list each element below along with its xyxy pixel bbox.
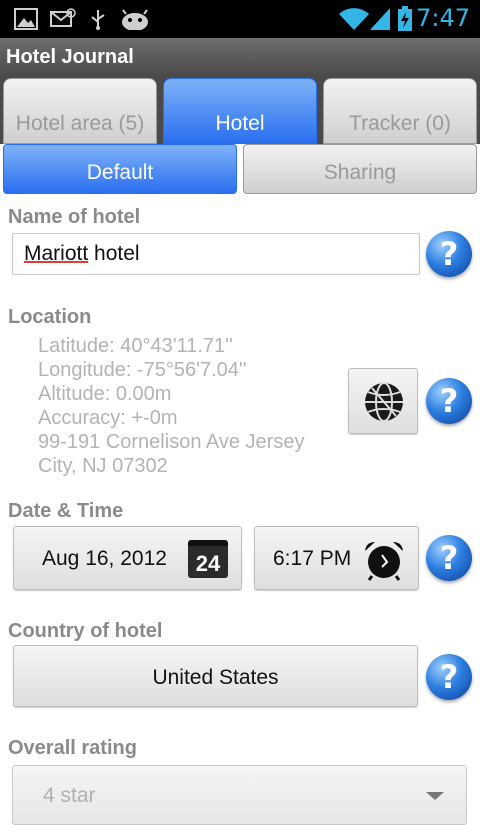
tab-tracker[interactable]: Tracker (0)	[323, 78, 477, 144]
battery-icon	[398, 6, 412, 31]
wifi-icon	[339, 8, 369, 31]
date-button[interactable]: Aug 16, 2012 24	[13, 526, 242, 590]
hotel-name-label: Name of hotel	[8, 206, 141, 228]
latitude-text: Latitude: 40°43'11.71''	[38, 335, 233, 357]
address-line-2: City, NJ 07302	[38, 455, 168, 477]
hotel-name-value-rest: hotel	[88, 242, 140, 265]
country-value: United States	[152, 666, 279, 689]
android-icon	[122, 9, 148, 30]
rating-select[interactable]: 4 star	[12, 765, 467, 825]
rating-value: 4 star	[43, 784, 96, 807]
signal-icon	[370, 8, 390, 30]
time-value: 6:17 PM	[273, 547, 352, 570]
time-button[interactable]: 6:17 PM	[254, 526, 419, 590]
address-line-1: 99-191 Cornelison Ave Jersey	[38, 431, 305, 453]
image-icon	[14, 8, 38, 30]
accuracy-text: Accuracy: +-0m	[38, 407, 178, 429]
help-icon-name[interactable]: ?	[426, 231, 472, 277]
tab-hotel-area[interactable]: Hotel area (5)	[3, 78, 157, 144]
calendar-day: 24	[195, 551, 221, 576]
hotel-name-value-first: Mariott	[24, 242, 89, 265]
tab-hotel[interactable]: Hotel	[163, 78, 317, 144]
subtab-default[interactable]: Default	[3, 144, 237, 194]
altitude-text: Altitude: 0.00m	[38, 383, 172, 405]
status-bar: 7:47	[0, 0, 480, 38]
rating-label: Overall rating	[8, 737, 137, 759]
help-icon-country[interactable]: ?	[426, 654, 472, 700]
app-title-bar: Hotel Journal	[0, 38, 480, 76]
main-tabs: Hotel area (5) Hotel Tracker (0)	[0, 76, 480, 144]
country-button[interactable]: United States	[13, 645, 418, 707]
mail-icon	[50, 8, 76, 27]
locate-button[interactable]	[348, 368, 418, 434]
subtab-sharing[interactable]: Sharing	[243, 144, 477, 194]
clock-time: 7:47	[416, 4, 470, 32]
app-title: Hotel Journal	[6, 46, 134, 68]
country-label: Country of hotel	[8, 620, 163, 642]
calendar-icon: 24	[188, 540, 228, 578]
date-value: Aug 16, 2012	[42, 547, 167, 570]
help-icon-datetime[interactable]: ?	[426, 535, 472, 581]
datetime-label: Date & Time	[8, 500, 124, 522]
globe-icon	[365, 382, 403, 422]
alarm-clock-icon	[365, 542, 403, 581]
dropdown-arrow-icon	[426, 792, 444, 800]
help-icon-location[interactable]: ?	[426, 378, 472, 424]
location-label: Location	[8, 306, 92, 328]
sub-tabs: Default Sharing	[0, 144, 480, 200]
longitude-text: Longitude: -75°56'7.04''	[38, 359, 247, 381]
usb-icon	[91, 10, 105, 30]
hotel-name-input[interactable]: Mariott hotel	[12, 233, 420, 275]
